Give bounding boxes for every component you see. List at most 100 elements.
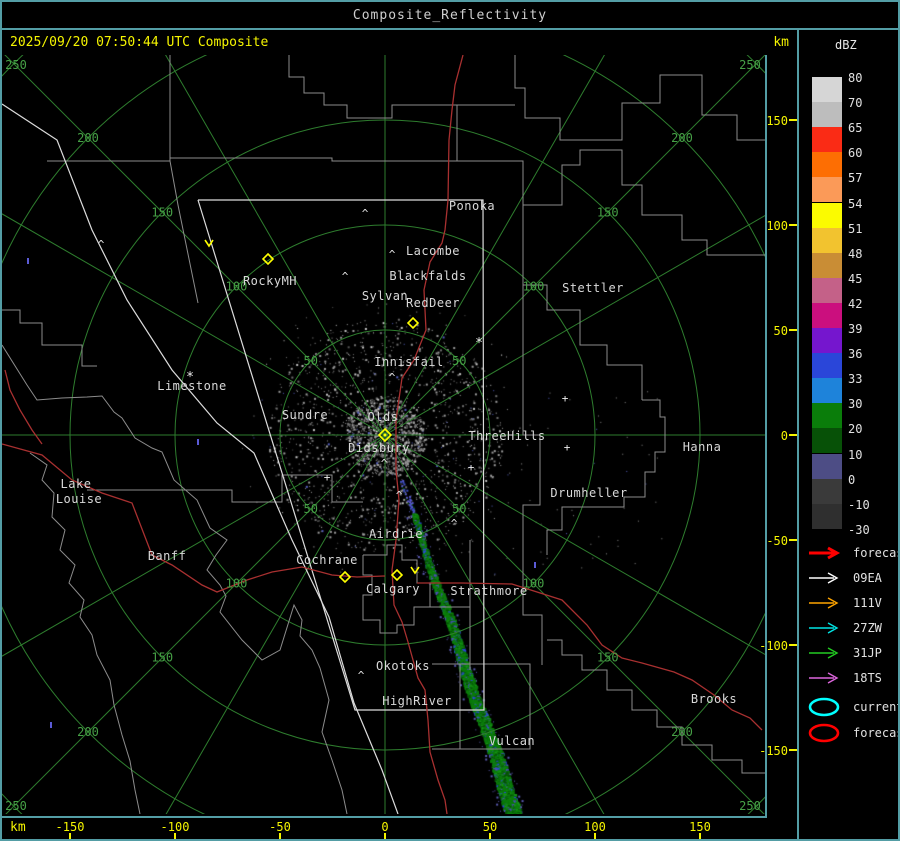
city-label-lake: Lake — [61, 477, 92, 491]
highway — [417, 582, 763, 731]
ring-label: 250 — [5, 58, 27, 72]
title-bar: Composite_Reflectivity — [2, 2, 898, 30]
colorbar-label: 70 — [848, 96, 863, 111]
city-label-sundre: Sundre — [282, 408, 328, 422]
city-label-lacombe: Lacombe — [406, 244, 460, 258]
peak-caret-marker: ^ — [98, 238, 105, 251]
blue-tick-marker — [197, 439, 199, 445]
radar-window: Composite_Reflectivity 2025/09/20 07:50:… — [0, 0, 900, 841]
bottom-axis: km -150 -100 -50 0 50 100 150 — [2, 818, 797, 839]
right-axis: 150 100 50 0 -50 -100 -150 — [759, 55, 797, 816]
plus-marker: + — [468, 461, 475, 474]
coverage-edge — [2, 103, 399, 814]
colorbar-box — [812, 77, 842, 103]
right-axis-label: -100 — [759, 639, 788, 653]
right-axis-label: 50 — [773, 324, 788, 338]
ring-label: 150 — [151, 651, 173, 665]
colorbar-label: 54 — [848, 196, 863, 211]
legend-row-111V: 111V — [807, 594, 882, 612]
county-boundary — [514, 55, 765, 141]
colorbar-label: -10 — [848, 497, 870, 512]
colorbar-box — [812, 227, 842, 253]
bottom-axis-label: -150 — [55, 820, 85, 834]
radar-map: 50 50 50 50 100 100 100 100 150 150 150 150 200 200 20… — [2, 55, 767, 818]
right-axis-tick — [789, 119, 797, 121]
azimuth-spoke — [2, 213, 386, 436]
azimuth-spoke — [165, 55, 386, 436]
ring-label: 200 — [77, 725, 99, 739]
colorbar-box — [812, 503, 842, 529]
county-boundary — [2, 309, 97, 367]
bottom-axis-tick — [594, 833, 596, 839]
legend-label: forecast — [853, 726, 898, 740]
legend-label: 09EA — [853, 571, 882, 585]
city-label-ponoka: Ponoka — [449, 199, 495, 213]
ring-label: 100 — [226, 576, 248, 590]
colorbar-label: 20 — [848, 422, 863, 437]
peak-caret-marker: ^ — [358, 669, 365, 682]
city-label-stettler: Stettler — [562, 281, 624, 295]
peak-caret-marker: ^ — [389, 248, 396, 261]
plus-marker: + — [562, 392, 569, 405]
plus-marker: + — [564, 441, 571, 454]
city-label-okotoks: Okotoks — [376, 659, 430, 673]
legend-panel: dBZ 80 70 65 60 57 54 51 48 45 42 39 36 33 30 20 10 0 -10… — [797, 30, 900, 839]
azimuth-spoke — [384, 434, 765, 655]
bottom-axis-label: 50 — [482, 820, 498, 834]
header-strip: 2025/09/20 07:50:44 UTC Composite km — [2, 30, 797, 55]
city-label-airdrie: Airdrie — [369, 527, 423, 541]
ring-label: 50 — [304, 354, 318, 368]
colorbar-label: 39 — [848, 322, 863, 336]
peak-caret-marker: ^ — [451, 517, 458, 530]
colorbar-label: 80 — [848, 71, 863, 85]
colorbar-box — [812, 453, 842, 479]
timestamp: 2025/09/20 07:50:44 UTC Composite — [10, 35, 269, 50]
city-label-calgary: Calgary — [366, 582, 420, 596]
colorbar-box — [812, 478, 842, 504]
colorbar-label: 42 — [848, 296, 863, 311]
colorbar-label: 48 — [848, 246, 863, 261]
colorbar-label: 33 — [848, 372, 863, 387]
bottom-axis-tick — [384, 833, 386, 839]
colorbar-box — [812, 102, 842, 128]
city-label-cochrane: Cochrane — [296, 553, 358, 567]
bottom-axis-tick — [69, 833, 71, 839]
bottom-axis-label: 150 — [689, 820, 711, 834]
bottom-axis-tick — [279, 833, 281, 839]
legend-label: 31JP — [853, 646, 882, 660]
colorbar-label: 57 — [848, 171, 863, 186]
peak-caret-marker: ^ — [362, 207, 369, 220]
right-axis-label: -50 — [766, 534, 788, 548]
county-boundary — [169, 160, 199, 304]
bottom-axis-unit: km — [10, 820, 26, 835]
blue-tick-marker — [27, 258, 29, 264]
right-axis-tick — [789, 329, 797, 331]
county-boundary — [29, 452, 141, 814]
colorbar-label: 45 — [848, 271, 863, 286]
city-label-brooks: Brooks — [691, 692, 737, 706]
legend-row-forecast: forecast — [807, 544, 898, 562]
blue-tick-marker — [534, 562, 536, 568]
ring-label: 150 — [597, 651, 619, 665]
colorbar-title: dBZ — [835, 38, 857, 52]
right-axis-unit: km — [773, 35, 789, 50]
colorbar-label: 65 — [848, 121, 863, 136]
ring-label: 250 — [5, 799, 27, 813]
colorbar-box — [812, 378, 842, 404]
ring-label: 50 — [452, 354, 466, 368]
legend-row-current: current — [807, 697, 900, 717]
colorbar-box — [812, 302, 842, 328]
peak-caret-marker: ^ — [381, 457, 388, 470]
legend-label: current — [853, 700, 900, 714]
county-boundary — [288, 55, 515, 119]
city-label-strathmore: Strathmore — [450, 584, 527, 598]
plus-marker: + — [324, 471, 331, 484]
city-label-threehills: ThreeHills — [468, 429, 545, 443]
ring-label: 200 — [671, 131, 693, 145]
city-label-louise: Louise — [56, 492, 102, 506]
colorbar-box — [812, 428, 842, 454]
ring-label: 250 — [739, 58, 761, 72]
colorbar-label: 0 — [848, 472, 856, 487]
city-label-rockymh: RockyMH — [243, 274, 297, 288]
county-boundary — [523, 149, 765, 256]
